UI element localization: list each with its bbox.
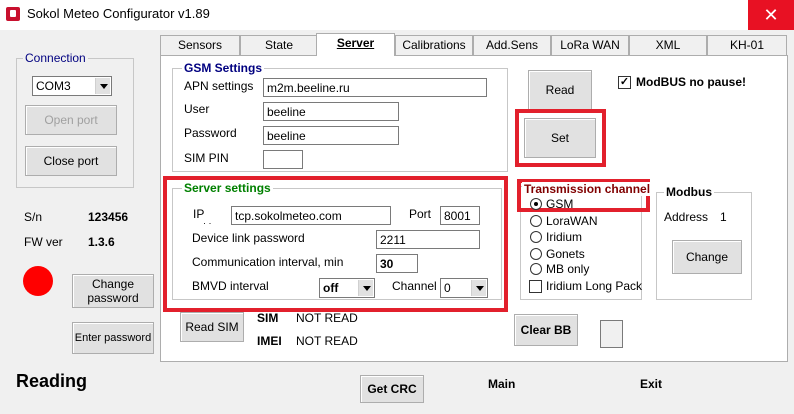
radio-lorawan-label: LoraWAN [546, 214, 598, 228]
close-port-button[interactable]: Close port [25, 146, 117, 176]
user-label: User [184, 102, 210, 116]
chevron-down-icon [471, 280, 486, 296]
port-select-value: COM3 [36, 79, 71, 93]
sim-value: NOT READ [296, 311, 358, 325]
tab-xml[interactable]: XML [629, 35, 707, 55]
modbus-address-value: 1 [720, 210, 727, 224]
change-password-button[interactable]: Change password [72, 274, 154, 308]
modbus-address-label: Address [664, 210, 709, 224]
set-button-highlight [515, 109, 606, 167]
radio-lorawan[interactable] [530, 215, 542, 227]
tab-kh-01[interactable]: KH-01 [707, 35, 787, 55]
bmvd-interval-select[interactable]: off [319, 278, 375, 298]
radio-gonets[interactable] [530, 248, 542, 260]
fw-value: 1.3.6 [88, 235, 115, 249]
close-button[interactable]: ✕ [748, 0, 794, 30]
main-label: Main [488, 377, 516, 391]
status-panel-box [600, 320, 623, 348]
server-ip-input[interactable]: tcp.sokolmeteo.com [231, 206, 391, 225]
title-bar: Sokol Meteo Configurator v1.89 ✕ [0, 0, 794, 30]
tab-sensors[interactable]: Sensors [160, 35, 240, 55]
bmvd-interval-label: BMVD interval [192, 279, 269, 293]
radio-iridium[interactable] [530, 231, 542, 243]
iridium-long-pack-checkbox[interactable] [529, 280, 542, 293]
radio-gsm-label: GSM [546, 197, 574, 211]
modbus-change-button[interactable]: Change [672, 240, 742, 274]
communication-interval-label: Communication interval, min [192, 255, 344, 269]
enter-password-button[interactable]: Enter password [72, 322, 154, 354]
channel-select[interactable]: 0 [440, 278, 488, 298]
connection-group-title: Connection [23, 51, 88, 65]
read-sim-button[interactable]: Read SIM [180, 312, 244, 342]
window-title: Sokol Meteo Configurator v1.89 [27, 6, 210, 21]
status-text: Reading [16, 371, 88, 391]
imei-label: IMEI [257, 334, 282, 348]
sim-label: SIM [257, 311, 279, 325]
port-select[interactable]: COM3 [32, 76, 112, 96]
ip-sublabel: · · [203, 218, 212, 228]
device-link-password-input[interactable]: 2211 [376, 230, 480, 249]
apn-input[interactable]: m2m.beeline.ru [263, 78, 487, 97]
user-input[interactable]: beeline [263, 102, 399, 121]
open-port-button[interactable]: Open port [25, 105, 117, 135]
radio-gsm[interactable] [530, 198, 542, 210]
communication-interval-input[interactable]: 30 [376, 254, 418, 273]
modbus-no-pause-label: ModBUS no pause! [636, 75, 746, 89]
apn-label: APN settings [184, 79, 254, 93]
tab-server[interactable]: Server [316, 33, 395, 56]
modbus-no-pause-checkbox[interactable]: ✓ [618, 76, 631, 89]
radio-iridium-label: Iridium [546, 230, 583, 244]
app-icon [6, 7, 20, 21]
transmission-channel-title: Transmission channel [522, 182, 653, 196]
port-label: Port [409, 207, 432, 221]
exit-label: Exit [640, 377, 663, 391]
password-input[interactable]: beeline [263, 126, 399, 145]
channel-value: 0 [444, 281, 451, 295]
status-indicator [23, 266, 53, 296]
get-crc-button[interactable]: Get CRC [360, 375, 424, 403]
fw-label: FW ver [24, 235, 63, 249]
modbus-title: Modbus [664, 185, 714, 199]
sn-value: 123456 [88, 210, 129, 224]
password-label: Password [184, 126, 237, 140]
gsm-settings-title: GSM Settings [182, 61, 265, 75]
sim-pin-label: SIM PIN [184, 151, 229, 165]
device-link-password-label: Device link password [192, 231, 305, 245]
clear-bb-button[interactable]: Clear BB [514, 314, 578, 346]
tab-calibrations[interactable]: Calibrations [395, 35, 473, 55]
read-button[interactable]: Read [528, 70, 592, 110]
sim-pin-input[interactable] [263, 150, 303, 169]
iridium-long-pack-label: Iridium Long Pack [546, 279, 643, 293]
tab-lora-wan[interactable]: LoRa WAN [551, 35, 629, 55]
bmvd-interval-value: off [323, 281, 339, 295]
imei-value: NOT READ [296, 334, 358, 348]
server-port-input[interactable]: 8001 [440, 206, 480, 225]
chevron-down-icon [95, 78, 110, 94]
tab-state[interactable]: State [240, 35, 318, 55]
chevron-down-icon [358, 280, 373, 296]
radio-mb-only-label: MB only [546, 262, 590, 276]
tab-add-sens[interactable]: Add.Sens [473, 35, 551, 55]
radio-gonets-label: Gonets [546, 247, 585, 261]
channel-label: Channel [392, 279, 437, 293]
sn-label: S/n [24, 210, 43, 224]
radio-mb-only[interactable] [530, 263, 542, 275]
